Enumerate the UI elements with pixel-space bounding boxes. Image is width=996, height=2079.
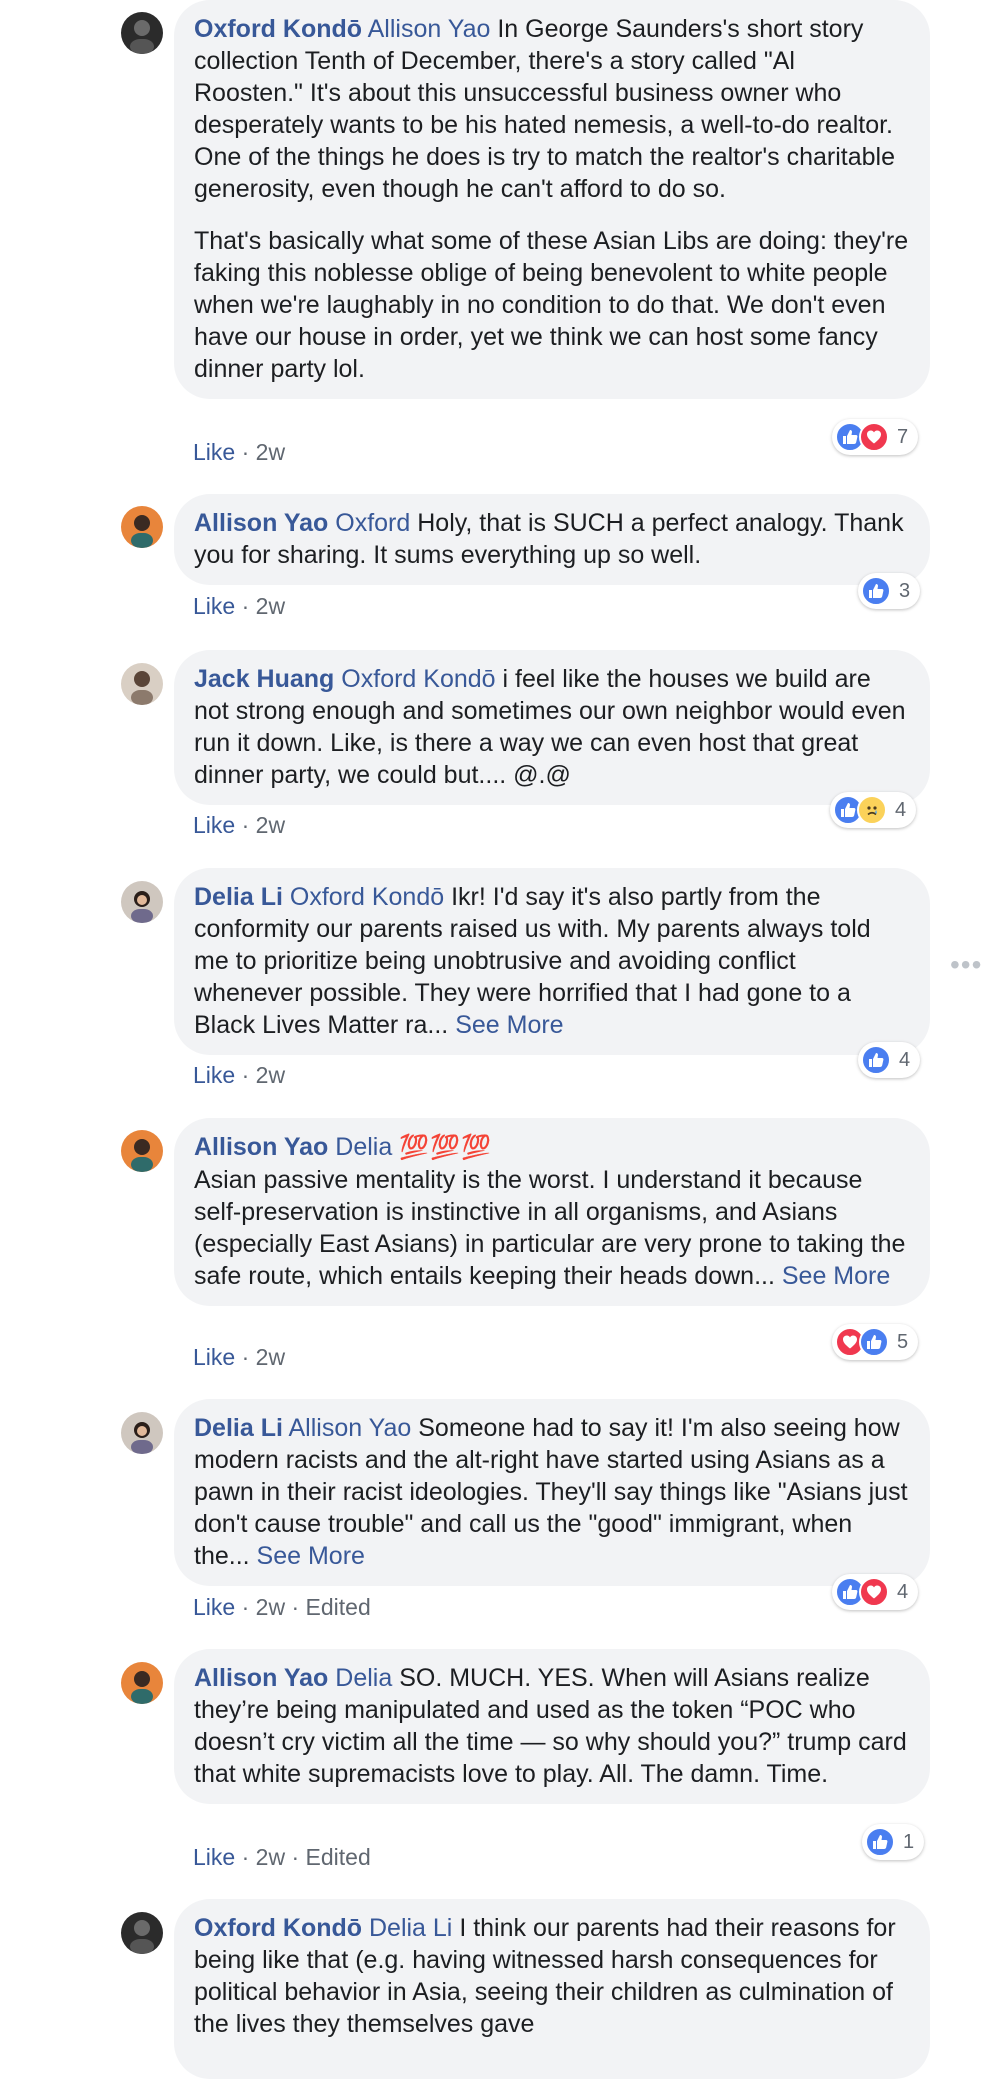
see-more-link[interactable]: See More <box>782 1262 890 1290</box>
like-icon <box>861 1045 891 1075</box>
reaction-summary[interactable]: 7 <box>832 419 919 455</box>
avatar[interactable] <box>121 12 163 54</box>
like-link[interactable]: Like <box>193 1062 235 1088</box>
comment-text: In George Saunders's short story collect… <box>194 15 895 203</box>
comment-author[interactable]: Delia Li <box>194 883 283 911</box>
meta-separator: · <box>241 439 250 465</box>
see-more-link[interactable]: See More <box>257 1542 365 1570</box>
meta-separator: · <box>291 1594 300 1620</box>
sad-icon <box>857 795 887 825</box>
comment-bubble: Oxford Kondō Allison Yao In George Saund… <box>174 0 930 399</box>
meta-separator: · <box>241 812 250 838</box>
comment-author[interactable]: Allison Yao <box>194 509 328 537</box>
mention-link[interactable]: Oxford <box>335 509 410 537</box>
reaction-summary[interactable]: 4 <box>858 1042 921 1078</box>
avatar[interactable] <box>121 1412 163 1454</box>
hundred-points-emoji: 💯💯💯 <box>399 1134 492 1161</box>
avatar[interactable] <box>121 881 163 923</box>
avatar[interactable] <box>121 1912 163 1954</box>
comment-meta: Like · 2w · Edited <box>193 1843 371 1871</box>
reaction-summary[interactable]: 3 <box>858 573 921 609</box>
comment-meta: Like · 2w <box>193 811 285 839</box>
comment-bubble: Delia Li Allison Yao Someone had to say … <box>174 1399 930 1586</box>
timestamp[interactable]: 2w <box>256 812 285 838</box>
reaction-count: 3 <box>899 579 911 602</box>
comment-author[interactable]: Oxford Kondō <box>194 1914 362 1942</box>
mention-link[interactable]: Delia <box>335 1664 392 1692</box>
reaction-summary[interactable]: 4 <box>830 792 917 828</box>
love-icon <box>859 1577 889 1607</box>
like-link[interactable]: Like <box>193 1344 235 1370</box>
reaction-summary[interactable]: 1 <box>862 1824 925 1860</box>
timestamp[interactable]: 2w <box>256 1062 285 1088</box>
comment-bubble: Allison Yao Delia SO. MUCH. YES. When wi… <box>174 1649 930 1804</box>
like-link[interactable]: Like <box>193 593 235 619</box>
mention-link[interactable]: Oxford Kondō <box>290 883 444 911</box>
like-icon <box>861 576 891 606</box>
reaction-summary[interactable]: 5 <box>832 1324 919 1360</box>
like-link[interactable]: Like <box>193 812 235 838</box>
love-icon <box>859 422 889 452</box>
meta-separator: · <box>241 1594 250 1620</box>
like-link[interactable]: Like <box>193 1594 235 1620</box>
comment-author[interactable]: Allison Yao <box>194 1664 328 1692</box>
reaction-count: 5 <box>897 1330 909 1353</box>
edited-label[interactable]: Edited <box>306 1844 371 1870</box>
see-more-link[interactable]: See More <box>455 1011 563 1039</box>
comment-meta: Like · 2w <box>193 1343 285 1371</box>
avatar[interactable] <box>121 506 163 548</box>
comment-author[interactable]: Oxford Kondō <box>194 15 362 43</box>
meta-separator: · <box>241 1344 250 1370</box>
meta-separator: · <box>241 1062 250 1088</box>
comment-author[interactable]: Allison Yao <box>194 1133 328 1161</box>
reaction-count: 4 <box>897 1580 909 1603</box>
comment-bubble: Oxford Kondō Delia Li I think our parent… <box>174 1899 930 2079</box>
comment-author[interactable]: Jack Huang <box>194 665 334 693</box>
comment-meta: Like · 2w · Edited <box>193 1593 371 1621</box>
meta-separator: · <box>241 1844 250 1870</box>
like-icon <box>865 1827 895 1857</box>
avatar[interactable] <box>121 1130 163 1172</box>
avatar[interactable] <box>121 663 163 705</box>
mention-link[interactable]: Delia <box>335 1133 392 1161</box>
comment-bubble: Allison Yao Delia 💯💯💯 Asian passive menta… <box>174 1118 930 1306</box>
reaction-count: 1 <box>903 1830 915 1853</box>
reaction-count: 7 <box>897 425 909 448</box>
edited-label[interactable]: Edited <box>306 1594 371 1620</box>
avatar[interactable] <box>121 1662 163 1704</box>
like-icon <box>859 1327 889 1357</box>
like-link[interactable]: Like <box>193 439 235 465</box>
comment-meta: Like · 2w <box>193 1061 285 1089</box>
timestamp[interactable]: 2w <box>256 439 285 465</box>
like-link[interactable]: Like <box>193 1844 235 1870</box>
comment-bubble: Delia Li Oxford Kondō Ikr! I'd say it's … <box>174 868 930 1055</box>
comment-text: That's basically what some of these Asia… <box>194 227 909 383</box>
reaction-count: 4 <box>899 1048 911 1071</box>
mention-link[interactable]: Allison Yao <box>368 15 491 43</box>
meta-separator: · <box>291 1844 300 1870</box>
reaction-count: 4 <box>895 798 907 821</box>
comment-author[interactable]: Delia Li <box>194 1414 283 1442</box>
mention-link[interactable]: Oxford Kondō <box>341 665 495 693</box>
comment-bubble: Jack Huang Oxford Kondō i feel like the … <box>174 650 930 805</box>
comment-meta: Like · 2w <box>193 438 285 466</box>
comment-bubble: Allison Yao Oxford Holy, that is SUCH a … <box>174 494 930 585</box>
timestamp[interactable]: 2w <box>256 1844 285 1870</box>
reaction-summary[interactable]: 4 <box>832 1574 919 1610</box>
timestamp[interactable]: 2w <box>256 1594 285 1620</box>
comment-meta: Like · 2w <box>193 592 285 620</box>
timestamp[interactable]: 2w <box>256 593 285 619</box>
meta-separator: · <box>241 593 250 619</box>
mention-link[interactable]: Allison Yao <box>289 1414 412 1442</box>
timestamp[interactable]: 2w <box>256 1344 285 1370</box>
mention-link[interactable]: Delia Li <box>369 1914 452 1942</box>
more-options-icon[interactable]: ••• <box>950 951 982 979</box>
